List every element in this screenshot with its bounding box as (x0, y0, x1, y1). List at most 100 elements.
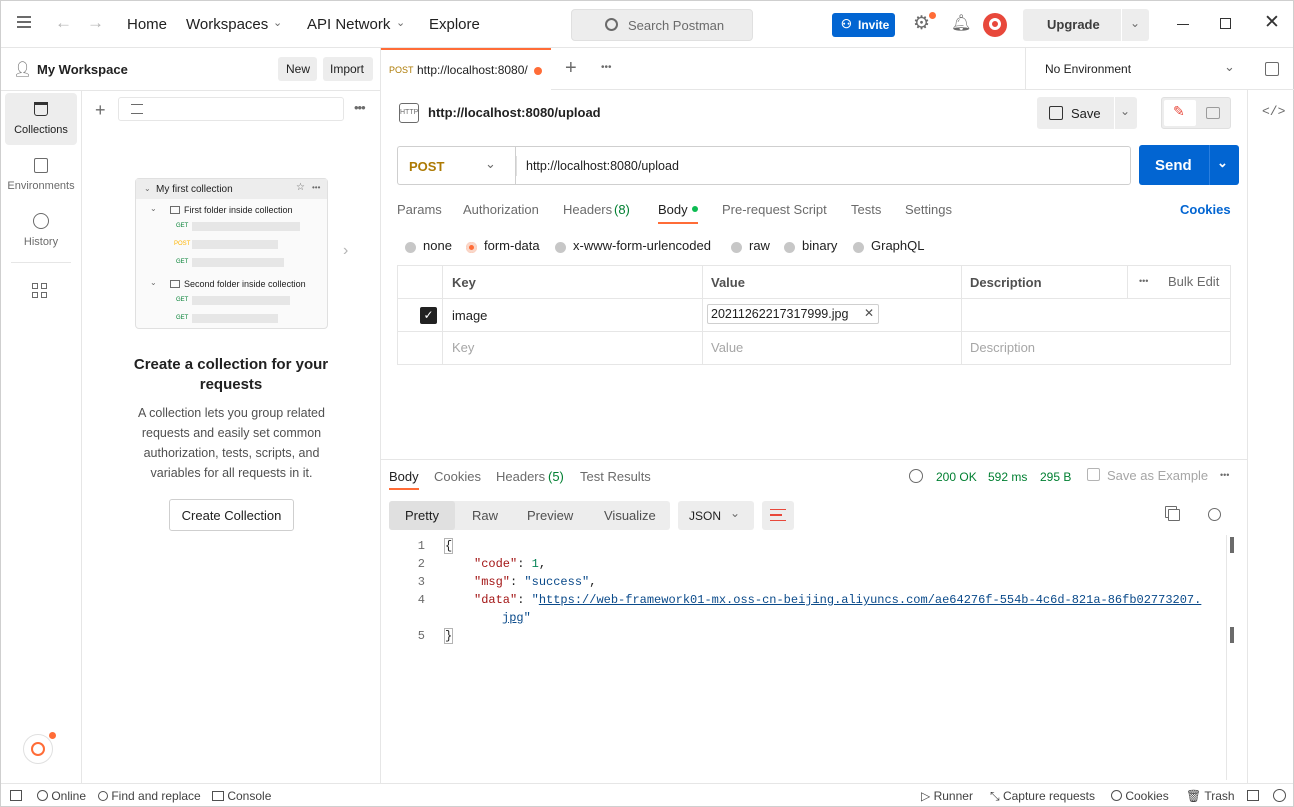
tab-params[interactable]: Params (397, 202, 442, 217)
json-url-link[interactable]: jpg (502, 611, 524, 625)
json-url-link[interactable]: https://web-framework01-mx.oss-cn-beijin… (539, 593, 1202, 607)
toggle-sidebar-icon[interactable] (10, 790, 22, 801)
tab-headers[interactable]: Headers (563, 202, 612, 217)
body-mode-binary[interactable]: binary (784, 238, 837, 253)
configure-workbench-icon[interactable] (32, 283, 48, 299)
bootcamp-button[interactable] (23, 732, 56, 764)
avatar[interactable] (983, 13, 1007, 37)
body-mode-urlencoded[interactable]: x-www-form-urlencoded (555, 238, 711, 253)
send-button[interactable]: Send ⌄ (1139, 145, 1239, 185)
wrap-lines-button[interactable] (762, 501, 794, 530)
method-select[interactable]: POST ⌄ (397, 146, 515, 185)
layout-icon[interactable] (1247, 790, 1259, 801)
url-input[interactable]: http://localhost:8080/upload (515, 146, 1131, 185)
response-divider[interactable] (381, 459, 1247, 460)
online-status[interactable]: Online (37, 789, 86, 803)
body-mode-none[interactable]: none (405, 238, 452, 253)
view-preview[interactable]: Preview (527, 508, 573, 523)
cookies-button[interactable]: Cookies (1111, 789, 1169, 803)
response-tab-test-results[interactable]: Test Results (580, 469, 651, 484)
sidebar-item-collections[interactable]: Collections (5, 93, 77, 145)
tab-tests[interactable]: Tests (851, 202, 881, 217)
tab-pre-request-script[interactable]: Pre-request Script (722, 202, 827, 217)
cookies-label: Cookies (1125, 789, 1169, 803)
request-tab[interactable]: POST http://localhost:8080/ (381, 48, 551, 90)
response-tab-body[interactable]: Body (389, 469, 419, 484)
edit-mode-button[interactable]: ✎ (1164, 100, 1196, 126)
filter-input[interactable] (118, 97, 344, 121)
row-checkbox[interactable]: ✓ (420, 307, 437, 324)
copy-icon[interactable] (1168, 509, 1180, 521)
file-chip[interactable]: 20211262217317999.jpg ✕ (707, 304, 879, 324)
body-mode-form-data[interactable]: form-data (466, 238, 540, 253)
workspaces-menu[interactable]: Workspaces (186, 16, 268, 33)
body-mode-graphql[interactable]: GraphQL (853, 238, 924, 253)
bulk-edit-link[interactable]: Bulk Edit (1168, 274, 1219, 289)
settings-gear-icon[interactable]: ⚙ (913, 12, 930, 35)
tab-authorization[interactable]: Authorization (463, 202, 539, 217)
bell-icon[interactable]: 🔔︎ (951, 13, 971, 33)
new-tab-icon[interactable]: + (565, 57, 577, 80)
help-icon[interactable] (1273, 789, 1286, 802)
home-link[interactable]: Home (127, 16, 167, 33)
response-body-editor[interactable]: 1 2 3 4 5 { "code": 1, "msg": "success",… (381, 535, 1231, 775)
tab-body[interactable]: Body (658, 202, 688, 217)
search-box[interactable]: Search Postman (571, 9, 753, 41)
view-pretty[interactable]: Pretty (389, 501, 455, 530)
minimize-icon[interactable] (1177, 24, 1189, 25)
import-button[interactable]: Import (323, 57, 373, 81)
add-collection-icon[interactable]: + (95, 100, 106, 121)
response-tab-headers[interactable]: Headers (496, 469, 545, 484)
more-options-icon[interactable]: ••• (1139, 276, 1148, 286)
workspace-name[interactable]: My Workspace (37, 62, 128, 77)
runner-button[interactable]: ▷ Runner (921, 789, 973, 803)
more-tabs-icon[interactable]: ••• (601, 62, 612, 73)
more-options-icon[interactable]: ••• (354, 100, 366, 115)
close-icon[interactable]: ✕ (1264, 11, 1280, 34)
tab-settings[interactable]: Settings (905, 202, 952, 217)
more-options-icon[interactable]: ••• (1220, 470, 1229, 480)
key-placeholder[interactable]: Key (452, 340, 474, 355)
save-button[interactable]: Save (1037, 97, 1114, 129)
capture-requests-button[interactable]: ⤡ Capture requests (990, 789, 1095, 804)
value-placeholder[interactable]: Value (711, 340, 743, 355)
chevron-right-icon[interactable]: › (343, 242, 348, 260)
back-arrow-icon[interactable]: ← (55, 13, 72, 33)
cookies-link[interactable]: Cookies (1180, 202, 1231, 217)
upgrade-button[interactable]: Upgrade (1023, 9, 1121, 41)
find-replace-button[interactable]: Find and replace (98, 789, 201, 803)
response-status[interactable]: 200 OK (936, 470, 977, 484)
description-placeholder[interactable]: Description (970, 340, 1035, 355)
api-network-menu[interactable]: API Network (307, 16, 390, 33)
environment-selector[interactable]: No Environment ⌄ (1025, 48, 1259, 90)
json-key: "code" (474, 557, 518, 571)
console-button[interactable]: Console (212, 789, 271, 803)
environment-quick-look-icon[interactable] (1265, 62, 1279, 76)
invite-button[interactable]: ⚇ Invite (832, 13, 895, 37)
view-visualize[interactable]: Visualize (604, 508, 656, 523)
explore-link[interactable]: Explore (429, 16, 480, 33)
code-snippet-icon[interactable]: </> (1262, 104, 1285, 119)
view-raw[interactable]: Raw (472, 508, 498, 523)
body-mode-raw[interactable]: raw (731, 238, 770, 253)
forward-arrow-icon[interactable]: → (87, 13, 104, 33)
response-tab-cookies[interactable]: Cookies (434, 469, 481, 484)
response-time[interactable]: 592 ms (988, 470, 1027, 484)
new-button[interactable]: New (278, 57, 317, 81)
format-select[interactable]: JSON ⌄ (678, 501, 754, 530)
search-icon[interactable] (1208, 508, 1221, 521)
maximize-icon[interactable] (1220, 18, 1231, 29)
request-title[interactable]: http://localhost:8080/upload (428, 105, 601, 120)
remove-file-icon[interactable]: ✕ (864, 306, 874, 320)
create-collection-button[interactable]: Create Collection (169, 499, 294, 531)
save-dropdown[interactable]: ⌄ (1115, 97, 1137, 129)
sidebar-item-environments[interactable]: Environments (5, 149, 77, 201)
comment-icon[interactable] (1206, 107, 1220, 119)
upgrade-dropdown[interactable]: ⌄ (1122, 9, 1149, 41)
form-key-cell[interactable]: image (452, 308, 487, 323)
editor-scrollbar[interactable] (1226, 535, 1236, 780)
sidebar-item-history[interactable]: History (5, 205, 77, 257)
response-size[interactable]: 295 B (1040, 470, 1071, 484)
trash-button[interactable]: 🗑︎ Trash (1186, 789, 1235, 803)
save-as-example-button[interactable]: Save as Example (1107, 468, 1208, 483)
